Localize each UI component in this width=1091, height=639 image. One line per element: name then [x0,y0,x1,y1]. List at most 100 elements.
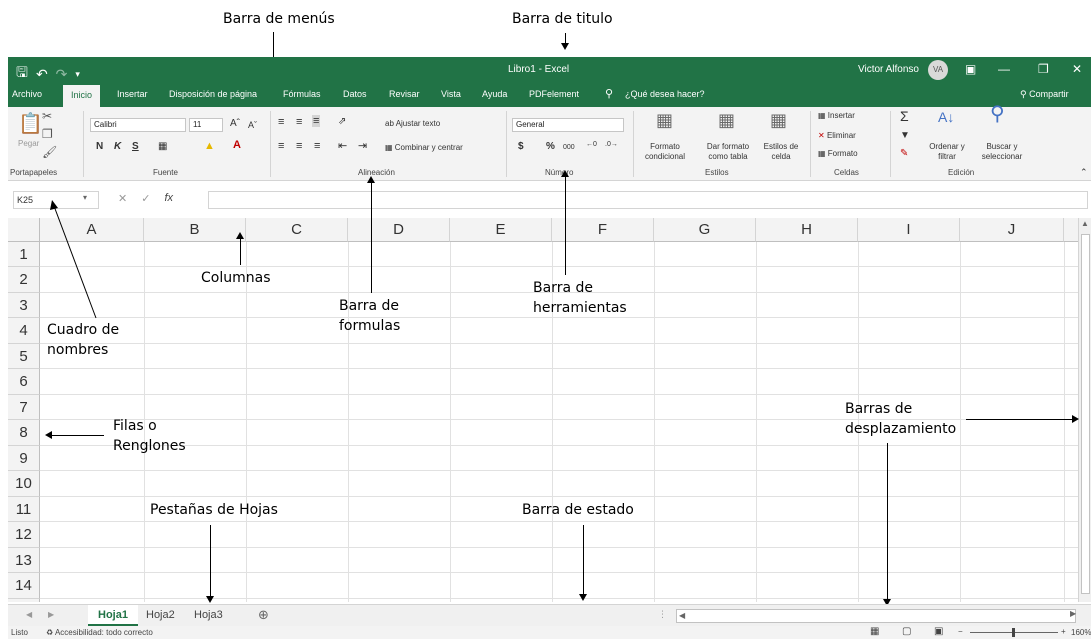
number-format-select[interactable]: General [512,118,624,132]
accessibility-status[interactable]: ♻ Accesibilidad: todo correcto [46,628,153,637]
fill-icon[interactable]: ▼ [900,131,910,141]
autosum-icon[interactable]: Σ [900,109,909,123]
insert-function-icon[interactable]: fx [164,192,173,205]
font-size-select[interactable]: 11 [189,118,223,132]
scroll-left-icon[interactable]: ◀ [679,611,685,620]
format-cells-button[interactable]: ▦ Formato [818,149,858,159]
column-header-d[interactable]: D [348,218,450,242]
cell-styles-button[interactable]: Estilos de celda [758,142,804,162]
row-header-5[interactable]: 5 [8,344,40,369]
row-header-3[interactable]: 3 [8,293,40,318]
user-name[interactable]: Victor Alfonso [858,64,919,75]
tab-datos[interactable]: Datos [343,89,367,99]
sort-filter-icon[interactable]: A↓ [938,110,954,124]
currency-icon[interactable]: $ [518,142,524,152]
page-layout-icon[interactable]: ▢ [902,626,911,637]
select-all-button[interactable] [8,218,40,242]
clear-icon[interactable]: ✎ [900,149,908,159]
copy-icon[interactable]: ❐ [42,127,53,141]
align-right-icon[interactable]: ≡ [314,141,320,152]
format-painter-icon[interactable]: 🖌 [42,145,57,159]
find-select-button[interactable]: Buscar y seleccionar [973,142,1031,162]
prev-sheet-icon[interactable]: ◀ [26,610,32,619]
bold-button[interactable]: N [96,142,103,152]
column-header-e[interactable]: E [450,218,552,242]
delete-cells-button[interactable]: ✕ Eliminar [818,131,856,141]
collapse-ribbon-icon[interactable]: ⌃ [1080,167,1088,177]
save-icon[interactable]: 🖫 [16,62,28,86]
fill-color-icon[interactable]: ▲ [204,141,215,152]
formula-input[interactable] [208,191,1088,209]
cut-icon[interactable]: ✂ [42,109,52,123]
column-header-b[interactable]: B [144,218,246,242]
horizontal-scrollbar[interactable]: ◀ [676,609,1076,623]
zoom-slider-thumb[interactable] [1012,628,1015,637]
tab-formulas[interactable]: Fórmulas [283,89,321,99]
minimize-icon[interactable]: — [998,62,1010,76]
row-header-9[interactable]: 9 [8,446,40,471]
row-header-1[interactable]: 1 [8,242,40,267]
tab-disposicion[interactable]: Disposición de página [169,89,257,99]
row-header-15[interactable] [8,599,40,602]
tab-vista[interactable]: Vista [441,89,461,99]
merge-center-button[interactable]: ▦ Combinar y centrar [385,143,463,153]
ribbon-display-icon[interactable]: ▣ [965,62,976,76]
scroll-right-icon[interactable]: ▶ [1070,609,1076,618]
increase-indent-icon[interactable]: ⇥ [358,141,367,152]
underline-button[interactable]: S [132,142,139,152]
wrap-text-button[interactable]: ab Ajustar texto [385,119,440,129]
tab-inicio[interactable]: Inicio [63,85,101,107]
borders-icon[interactable]: ▦ [158,142,167,152]
row-header-11[interactable]: 11 [8,497,40,522]
normal-view-icon[interactable]: ▦ [870,626,879,637]
cancel-icon[interactable]: ✕ [118,192,127,205]
orientation-icon[interactable]: ⇗ [338,117,346,127]
page-break-icon[interactable]: ▣ [934,626,943,637]
vertical-scrollbar[interactable]: ▲ [1078,218,1091,602]
increase-decimal-icon[interactable]: ←0 [586,140,597,150]
column-header-f[interactable]: F [552,218,654,242]
align-bottom-icon[interactable]: ≡ [312,115,321,127]
row-header-13[interactable]: 13 [8,548,40,573]
avatar[interactable]: VA [928,60,948,80]
column-header-i[interactable]: I [858,218,960,242]
decrease-indent-icon[interactable]: ⇤ [338,141,347,152]
zoom-in-icon[interactable]: + [1061,627,1066,636]
align-left-icon[interactable]: ≡ [278,141,284,152]
sheet-tab-hoja3[interactable]: Hoja3 [184,605,233,626]
column-header-j[interactable]: J [960,218,1064,242]
row-header-12[interactable]: 12 [8,522,40,548]
shrink-font-icon[interactable]: Aˇ [248,120,257,130]
tab-revisar[interactable]: Revisar [389,89,420,99]
row-header-2[interactable]: 2 [8,267,40,293]
redo-icon[interactable]: ↷ [56,66,68,83]
format-as-table-icon[interactable]: ▦ [718,110,735,131]
conditional-format-button[interactable]: Formato condicional [638,142,692,162]
decrease-decimal-icon[interactable]: .0→ [605,140,618,150]
row-header-14[interactable]: 14 [8,573,40,599]
share-button[interactable]: ⚲ Compartir [1020,89,1069,100]
conditional-format-icon[interactable]: ▦ [656,110,673,131]
column-header-h[interactable]: H [756,218,858,242]
add-sheet-icon[interactable]: ⊕ [258,607,269,623]
row-header-4[interactable]: 4 [8,318,40,344]
sheet-tab-hoja2[interactable]: Hoja2 [136,605,185,626]
lightbulb-icon[interactable]: ⚲ [605,87,613,100]
tab-split-icon[interactable]: ⋮ [658,609,667,620]
row-header-10[interactable]: 10 [8,471,40,497]
align-middle-icon[interactable]: ≡ [296,117,302,128]
restore-icon[interactable]: ❐ [1038,62,1049,76]
enter-icon[interactable]: ✓ [141,192,150,205]
grow-font-icon[interactable]: Aˆ [230,119,240,129]
thousands-button[interactable]: 000 [563,143,575,153]
row-header-8[interactable]: 8 [8,420,40,446]
font-color-icon[interactable]: A [233,140,241,151]
column-header-g[interactable]: G [654,218,756,242]
tell-me-input[interactable]: ¿Qué desea hacer? [625,89,705,99]
cell-styles-icon[interactable]: ▦ [770,110,787,131]
align-center-icon[interactable]: ≡ [296,141,302,152]
paste-button[interactable]: Pegar [18,139,39,149]
find-select-icon[interactable]: ⚲ [990,104,1005,124]
row-header-6[interactable]: 6 [8,369,40,395]
sheet-tab-hoja1[interactable]: Hoja1 [88,605,138,626]
